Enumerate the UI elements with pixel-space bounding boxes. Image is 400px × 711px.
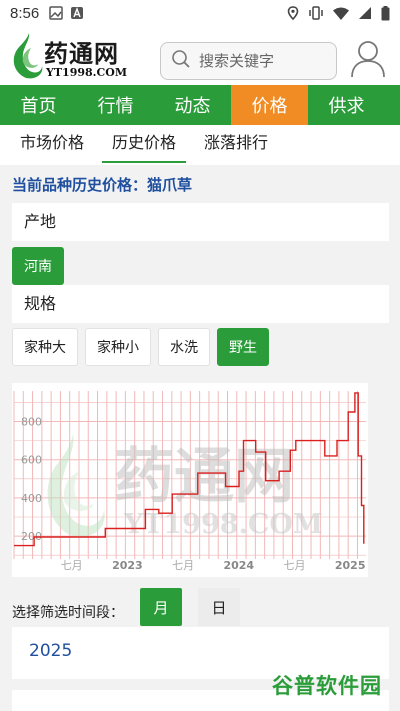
gallery-icon — [49, 6, 63, 20]
chart-ytick-label: 400 — [21, 492, 42, 505]
search-box[interactable] — [160, 42, 337, 80]
origin-panel: 产地 — [12, 203, 389, 241]
nav-tab-news[interactable]: 动态 — [154, 85, 231, 125]
price-subtabs: 市场价格 历史价格 涨落排行 — [0, 125, 400, 165]
chart-xtick-label: 2024 — [223, 559, 254, 572]
app-a-icon — [70, 6, 84, 20]
spec-label: 规格 — [24, 294, 57, 313]
filter-option-month[interactable]: 月 — [140, 588, 182, 626]
status-time: 8:56 — [10, 4, 40, 22]
main-nav: 首页 行情 动态 价格 供求 — [0, 85, 400, 125]
vibrate-icon — [308, 6, 324, 20]
nav-tab-market[interactable]: 行情 — [77, 85, 154, 125]
battery-icon — [381, 5, 390, 21]
signal-icon — [358, 6, 372, 20]
status-bar: 8:56 — [0, 0, 400, 26]
chart-xtick-label: 2025 — [335, 559, 366, 572]
filter-option-day[interactable]: 日 — [198, 588, 240, 626]
subtab-market-price[interactable]: 市场价格 — [10, 125, 94, 163]
logo-site: YT1998.COM — [46, 66, 127, 79]
subtab-ranking[interactable]: 涨落排行 — [194, 125, 278, 163]
search-icon — [171, 49, 191, 73]
app-header: 药通网 YT1998.COM — [0, 26, 400, 88]
user-avatar-icon[interactable] — [351, 40, 385, 82]
location-icon — [287, 6, 299, 20]
wifi-icon — [333, 7, 349, 20]
spec-option-cultivated-small[interactable]: 家种小 — [85, 328, 151, 366]
nav-tab-price[interactable]: 价格 — [231, 85, 308, 125]
chart-xtick-label: 七月 — [172, 559, 194, 572]
site-logo[interactable]: 药通网 YT1998.COM — [10, 32, 145, 82]
footer-watermark: 谷普软件园 — [272, 674, 382, 698]
spec-panel: 规格 — [12, 285, 389, 323]
chart-xtick-label: 七月 — [61, 559, 83, 572]
spec-option-washed[interactable]: 水洗 — [158, 328, 210, 366]
spec-option-wild[interactable]: 野生 — [217, 328, 269, 366]
logo-text: 药通网 — [44, 39, 119, 68]
chart-ytick-label: 800 — [21, 416, 42, 429]
watermark-brand: 药通网 — [114, 442, 294, 512]
chart-ytick-label: 600 — [21, 454, 42, 467]
chart-xtick-label: 七月 — [283, 559, 305, 572]
spec-option-cultivated-large[interactable]: 家种大 — [12, 328, 78, 366]
nav-tab-home[interactable]: 首页 — [0, 85, 77, 125]
search-input[interactable] — [199, 52, 329, 70]
time-filter-label: 选择筛选时间段： — [12, 605, 124, 621]
subtab-history-price[interactable]: 历史价格 — [102, 125, 187, 163]
chart-watermark: 药通网 YT1998.COM — [47, 433, 323, 540]
chart-svg: 药通网 YT1998.COM 200400600800七月 2023 七月 2024 七… — [13, 391, 366, 572]
origin-label: 产地 — [24, 212, 57, 231]
chart-xtick-label: 2023 — [112, 559, 143, 572]
year-value: 2025 — [29, 641, 73, 661]
leaf-logo-icon — [13, 33, 43, 79]
nav-tab-supply[interactable]: 供求 — [308, 85, 385, 125]
origin-option-henan[interactable]: 河南 — [12, 247, 64, 285]
history-price-chart[interactable]: 药通网 YT1998.COM 200 400 600 800 七月 2023 七月 2024 七… — [12, 383, 368, 577]
watermark-site: YT1998.COM — [123, 509, 323, 540]
current-variety-title: 当前品种历史价格：猫爪草 — [12, 176, 193, 194]
